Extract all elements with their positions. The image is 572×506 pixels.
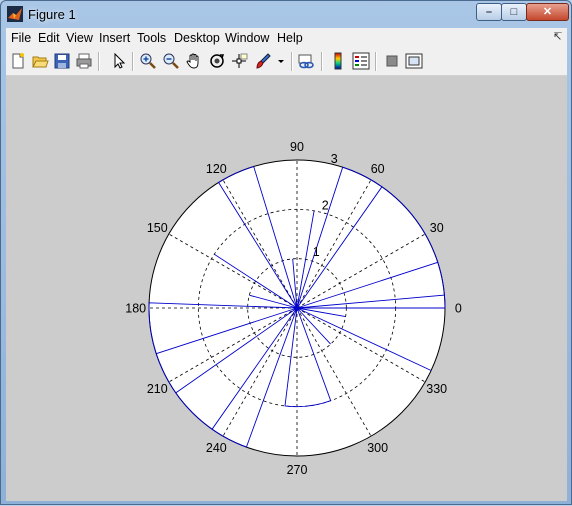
angle-tick-label: 330 [426, 382, 447, 396]
toolbar-separator [98, 52, 100, 71]
menu-tools[interactable]: Tools [137, 31, 166, 45]
angle-tick-label: 30 [430, 221, 444, 235]
maximize-button[interactable]: □ [501, 3, 527, 21]
hide-plot-tools-icon[interactable] [383, 52, 401, 70]
menu-bar: File Edit View Insert Tools Desktop Wind… [6, 28, 567, 48]
maximize-icon: □ [511, 6, 518, 18]
minimize-icon: ⎯ [486, 6, 492, 18]
toolbar-separator [291, 52, 293, 71]
data-cursor-icon[interactable] [230, 52, 248, 70]
title-bar[interactable]: Figure 1 ⎯ □ ✕ [1, 1, 571, 27]
menu-edit[interactable]: Edit [38, 31, 60, 45]
open-file-icon[interactable] [31, 52, 49, 70]
toolbar-separator [321, 52, 323, 71]
angle-tick-label: 300 [367, 441, 388, 455]
angle-tick-label: 270 [287, 463, 308, 477]
menu-file[interactable]: File [11, 31, 31, 45]
menu-view[interactable]: View [66, 31, 93, 45]
minimize-button[interactable]: ⎯ [476, 3, 502, 21]
figure-client-area: File Edit View Insert Tools Desktop Wind… [6, 28, 567, 501]
close-button[interactable]: ✕ [526, 3, 569, 21]
angle-tick-label: 180 [125, 302, 146, 316]
edit-plot-arrow-icon[interactable] [110, 52, 128, 70]
toolbar-separator [375, 52, 377, 71]
polar-plot[interactable]: 0 30 60 90 120 150 180 210 240 270 300 330 1 2 3 [6, 76, 567, 501]
print-icon[interactable] [75, 52, 93, 70]
save-icon[interactable] [53, 52, 71, 70]
matlab-logo-icon [7, 6, 23, 22]
chevron-down-icon[interactable] [276, 52, 286, 70]
colorbar-icon[interactable] [329, 52, 347, 70]
angle-tick-label: 90 [290, 140, 304, 154]
show-plot-tools-icon[interactable] [405, 52, 423, 70]
angle-tick-label: 60 [371, 162, 385, 176]
menu-overflow-arrow-icon[interactable]: ↸ [553, 30, 562, 43]
radius-tick-label: 1 [313, 245, 320, 259]
rotate-3d-icon[interactable] [208, 52, 226, 70]
menu-insert[interactable]: Insert [99, 31, 130, 45]
menu-window[interactable]: Window [225, 31, 269, 45]
legend-icon[interactable] [352, 52, 370, 70]
angle-tick-label: 120 [206, 162, 227, 176]
toolbar-separator [132, 52, 134, 71]
brush-icon[interactable] [254, 52, 272, 70]
pan-hand-icon[interactable] [185, 52, 203, 70]
radius-tick-label: 3 [331, 152, 338, 166]
menu-help[interactable]: Help [277, 31, 303, 45]
figure-canvas[interactable]: 0 30 60 90 120 150 180 210 240 270 300 330 1 2 3 [6, 76, 567, 501]
zoom-out-icon[interactable] [162, 52, 180, 70]
window-title: Figure 1 [28, 7, 76, 22]
figure-toolbar [6, 48, 567, 76]
angle-tick-label: 0 [455, 302, 462, 316]
zoom-in-icon[interactable] [139, 52, 157, 70]
new-figure-icon[interactable] [9, 52, 27, 70]
close-icon: ✕ [543, 6, 552, 18]
radius-tick-label: 2 [322, 198, 329, 212]
menu-desktop[interactable]: Desktop [174, 31, 220, 45]
link-plot-icon[interactable] [297, 52, 315, 70]
figure-window: Figure 1 ⎯ □ ✕ File Edit View Insert Too… [0, 0, 572, 505]
angle-tick-label: 240 [206, 441, 227, 455]
angle-tick-label: 150 [147, 221, 168, 235]
angle-tick-label: 210 [147, 382, 168, 396]
